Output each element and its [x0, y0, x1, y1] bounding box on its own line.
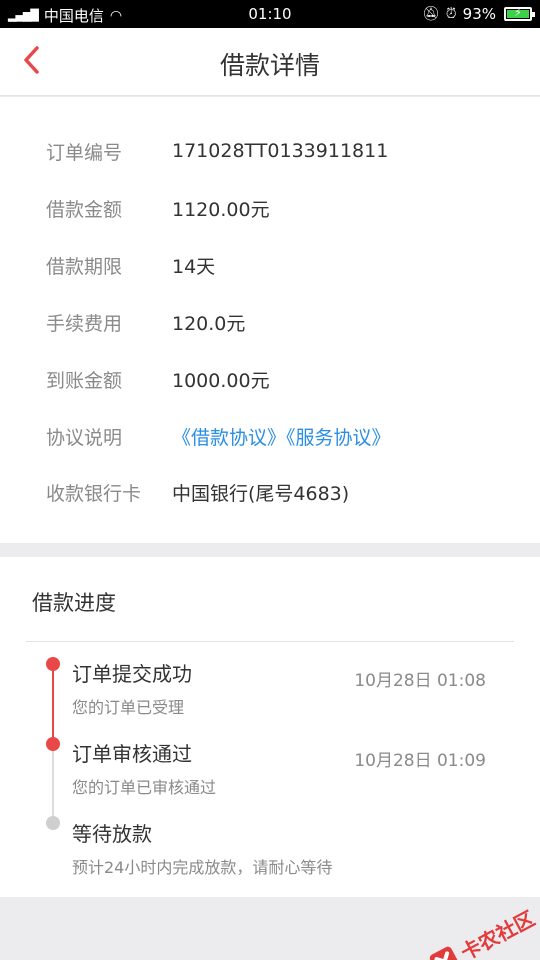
timeline-dot-pending: [46, 816, 60, 830]
detail-row-loan-term: 借款期限 14天: [46, 250, 215, 280]
detail-label: 借款金额: [46, 198, 123, 221]
loan-progress-card: 借款进度 订单提交成功 10月28日 01:08 您的订单已受理 订单审核通过 …: [0, 557, 540, 897]
detail-label: 到账金额: [46, 369, 123, 392]
step-title: 订单审核通过: [72, 742, 192, 766]
battery-percent: 93%: [462, 5, 496, 23]
detail-label: 订单编号: [46, 141, 123, 164]
status-bar: ▂▄▆█ 中国电信 ◠ 01:10 🔕︎ ⏰︎ 93% ⚡︎: [0, 0, 540, 28]
step-subtitle: 您的订单已审核通过: [72, 778, 217, 797]
detail-row-fee: 手续费用 120.0元: [46, 307, 245, 337]
detail-row-loan-amount: 借款金额 1120.00元: [46, 193, 270, 223]
nav-bar: 借款详情: [0, 28, 540, 96]
battery-icon: ⚡︎: [504, 6, 535, 21]
step-time: 10月28日 01:08: [354, 671, 486, 691]
watermark-text: 卡农社区: [456, 905, 539, 960]
loan-details-card: 订单编号 171028TT0133911811 借款金额 1120.00元 借款…: [0, 97, 540, 543]
timeline-line-pending: [52, 745, 54, 823]
step-time: 10月28日 01:09: [354, 751, 486, 771]
detail-row-order-number: 订单编号 171028TT0133911811: [46, 136, 388, 166]
detail-value: 1000.00元: [172, 369, 270, 392]
step-title: 等待放款: [72, 822, 152, 846]
detail-value: 120.0元: [172, 312, 246, 335]
detail-value: 171028TT0133911811: [172, 140, 389, 162]
detail-label: 协议说明: [46, 426, 123, 449]
detail-value: 中国银行(尾号4683): [172, 482, 350, 505]
step-subtitle: 您的订单已受理: [72, 698, 185, 717]
timeline-dot-done: [46, 657, 60, 671]
detail-row-bank-card: 收款银行卡 中国银行(尾号4683): [46, 477, 349, 507]
bell-mute-icon: 🔕︎: [421, 6, 440, 22]
charging-icon: ⚡︎: [514, 6, 522, 19]
alarm-icon: ⏰︎: [445, 6, 457, 22]
step-title: 订单提交成功: [72, 662, 192, 686]
detail-row-agreements: 协议说明 《借款协议》《服务协议》: [46, 421, 391, 451]
watermark: 卡农社区: [424, 902, 539, 960]
detail-label: 手续费用: [46, 312, 123, 335]
timeline-dot-done: [46, 737, 60, 751]
detail-label: 借款期限: [46, 255, 123, 278]
divider: [26, 641, 514, 642]
detail-value: 14天: [172, 255, 216, 278]
progress-title: 借款进度: [32, 591, 116, 615]
detail-row-received-amount: 到账金额 1000.00元: [46, 364, 270, 394]
agreement-links[interactable]: 《借款协议》《服务协议》: [172, 423, 391, 450]
detail-label: 收款银行卡: [46, 482, 142, 505]
timeline-line-done: [52, 665, 54, 745]
step-subtitle: 预计24小时内完成放款，请耐心等待: [72, 858, 333, 877]
page-title: 借款详情: [219, 51, 320, 80]
detail-value: 1120.00元: [172, 198, 270, 221]
status-right: 🔕︎ ⏰︎ 93% ⚡︎: [421, 5, 535, 23]
